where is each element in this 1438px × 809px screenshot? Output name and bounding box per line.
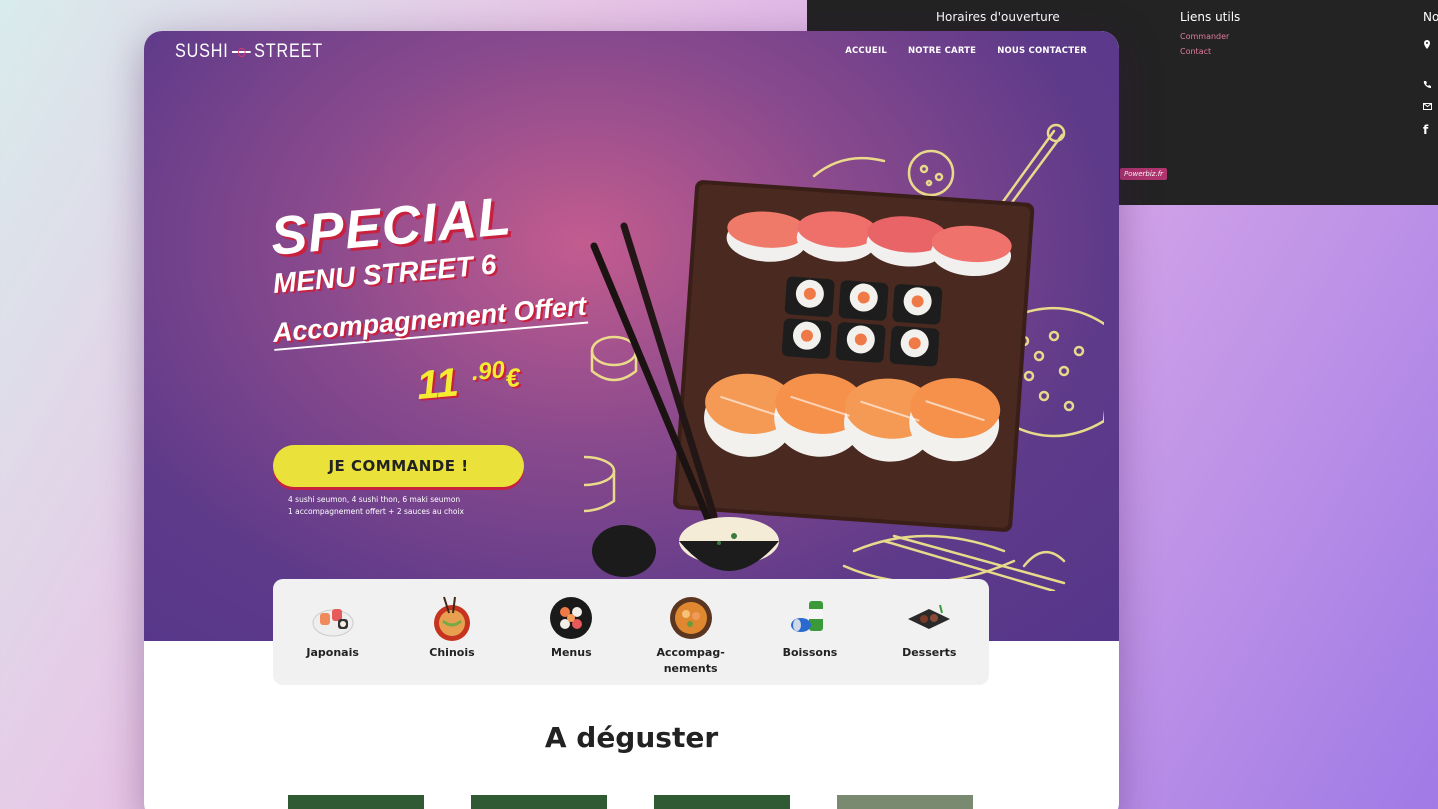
category-desserts[interactable]: Desserts [879,595,979,685]
category-menus[interactable]: Menus [521,595,621,685]
main-nav: ACCUEIL NOTRE CARTE NOUS CONTACTER [845,46,1087,56]
promo-offer: Accompagnement Offert [271,290,588,351]
accompagnements-image [668,595,714,641]
website-card: SUSHI STREET ACCUEIL NOTRE CARTE NOUS CO… [144,31,1119,809]
site-logo[interactable]: SUSHI STREET [175,41,323,63]
menus-image [548,595,594,641]
categories-bar: Japonais Chinois Menus Accompag- nements… [273,579,989,685]
footer-link-commander[interactable]: Commander [1180,32,1240,41]
boissons-image [787,595,833,641]
promo-description: 4 sushi seumon, 4 sushi thon, 6 maki seu… [288,494,464,518]
footer-link-contact[interactable]: Contact [1180,47,1240,56]
product-thumbnails [288,795,973,809]
price-decimal: .90 [470,356,506,387]
desserts-image [906,595,952,641]
category-chinois[interactable]: Chinois [402,595,502,685]
category-boissons[interactable]: Boissons [760,595,860,685]
facebook-icon[interactable]: f [1423,123,1428,137]
japonais-image [310,595,356,641]
category-accompagnements[interactable]: Accompag- nements [641,595,741,685]
category-label: Chinois [429,646,475,659]
category-label: Boissons [782,646,838,659]
footer-links-title: Liens utils [1180,10,1241,24]
price-integer: 11 [415,360,461,408]
product-thumb[interactable] [837,795,973,809]
product-thumb[interactable] [654,795,790,809]
category-label: Desserts [902,646,957,659]
email-icon [1423,102,1432,113]
product-thumb[interactable] [471,795,607,809]
category-japonais[interactable]: Japonais [283,595,383,685]
nav-accueil[interactable]: ACCUEIL [845,46,887,56]
section-title: A déguster [544,721,719,754]
phone-icon [1423,80,1431,91]
location-icon [1423,40,1431,53]
nav-notre-carte[interactable]: NOTRE CARTE [908,46,976,56]
footer-third-title: No [1423,10,1438,24]
promo-desc-line2: 1 accompagnement offert + 2 sauces au ch… [288,507,464,516]
category-label: Japonais [306,646,359,659]
logo-text-right: STREET [254,41,323,62]
sushi-plate-illustration [584,123,1104,591]
logo-text-left: SUSHI [175,41,229,62]
hero-section: SUSHI STREET ACCUEIL NOTRE CARTE NOUS CO… [144,31,1119,641]
logo-mark [232,48,251,57]
powered-badge[interactable]: Powerbiz.fr [1120,168,1168,180]
promo-price: 11 .90€ [415,355,522,409]
order-button[interactable]: JE COMMANDE ! [273,445,524,487]
promo-block: SPECIAL MENU STREET 6 Accompagnement Off… [268,186,588,408]
nav-nous-contacter[interactable]: NOUS CONTACTER [997,46,1087,56]
footer-hours-title: Horaires d'ouverture [936,10,1060,24]
product-thumb[interactable] [288,795,424,809]
promo-desc-line1: 4 sushi seumon, 4 sushi thon, 6 maki seu… [288,495,461,504]
category-label: Menus [551,646,592,659]
chinois-image [429,595,475,641]
category-label: Accompag- nements [656,646,725,675]
price-currency: € [504,362,522,394]
